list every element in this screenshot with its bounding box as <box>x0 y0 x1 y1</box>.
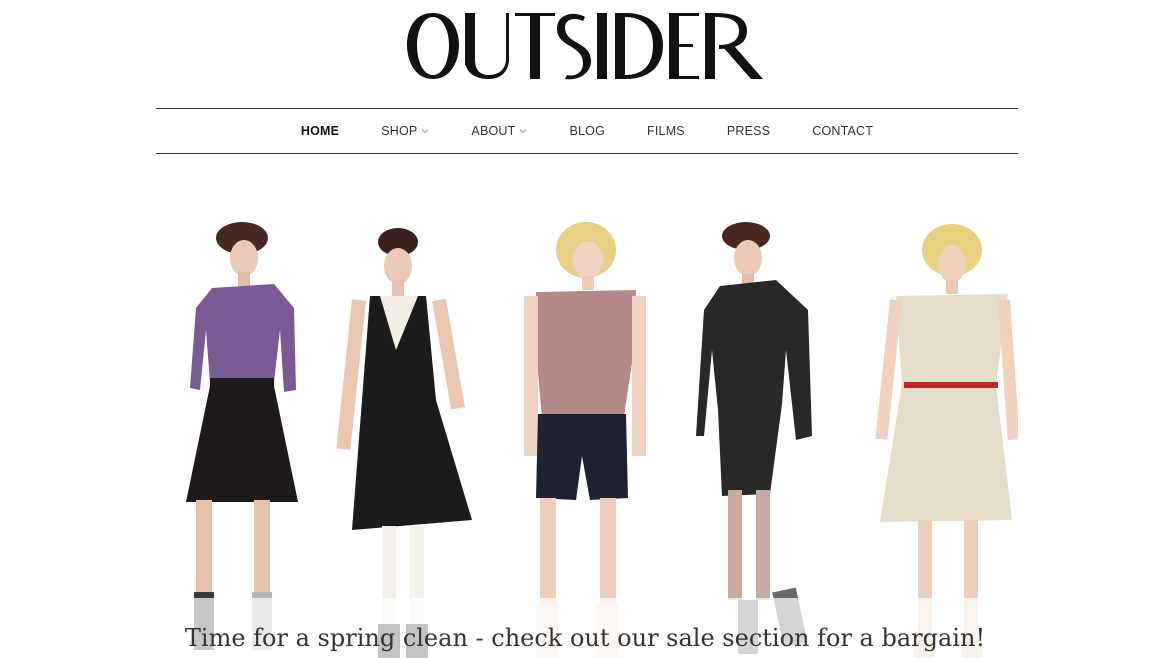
model-cream-shirt-dress <box>875 224 1018 658</box>
model-purple-blouse <box>186 222 298 650</box>
nav-item-label: SHOP <box>381 124 418 138</box>
nav-item-about[interactable]: ABOUT <box>471 124 527 138</box>
nav-item-label: PRESS <box>726 124 771 138</box>
nav-item-label: ABOUT <box>471 124 516 138</box>
model-pink-blouse-navy-shorts <box>524 222 646 658</box>
nav-item-contact[interactable]: CONTACT <box>812 124 873 138</box>
hero-caption[interactable]: Time for a spring clean - check out our … <box>0 624 1170 652</box>
brand-name: OUTSIDER <box>405 83 406 84</box>
outsider-wordmark <box>407 13 763 80</box>
site-header: OUTSIDER <box>0 0 1170 90</box>
hero-image <box>186 222 1018 658</box>
nav-item-label: CONTACT <box>812 124 874 138</box>
nav-item-blog[interactable]: BLOG <box>569 124 605 138</box>
nav-item-press[interactable]: PRESS <box>727 124 770 138</box>
nav-item-label: FILMS <box>647 124 685 138</box>
model-black-suit <box>696 222 812 654</box>
nav-item-label: BLOG <box>569 124 606 138</box>
nav-item-label: HOME <box>300 124 340 138</box>
chevron-down-icon <box>422 129 429 134</box>
nav-item-shop[interactable]: SHOP <box>381 124 429 138</box>
chevron-down-icon <box>520 129 527 134</box>
nav-item-home[interactable]: HOME <box>301 124 339 138</box>
brand-logo[interactable]: OUTSIDER <box>405 7 765 83</box>
main-navigation: HOME SHOP ABOUT BLOG FILMS PRESS CONTACT <box>156 108 1018 154</box>
hero-slideshow[interactable] <box>156 200 1018 658</box>
model-black-halter-dress <box>336 228 472 658</box>
nav-item-films[interactable]: FILMS <box>647 124 685 138</box>
